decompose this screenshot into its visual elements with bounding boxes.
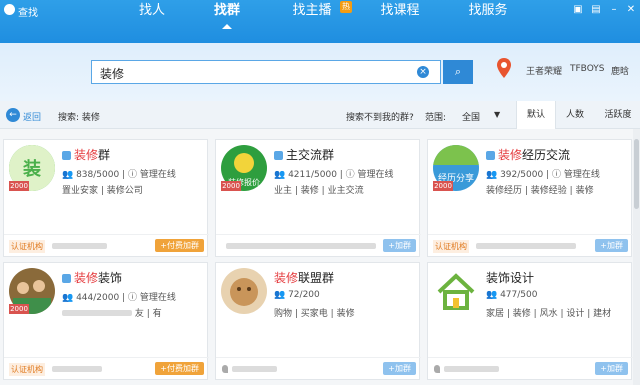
join-button[interactable]: +加群 (595, 362, 628, 375)
filter-bar: ← 返回 搜索: 装修 搜索不到我的群? 范围: 全国 ▼ 默认 人数 活跃度 (0, 101, 640, 129)
member-limit-badge: 2000 (9, 304, 29, 314)
chevron-down-icon[interactable]: ▼ (494, 110, 500, 119)
group-card[interactable]: 2000 装修装饰 👥 444/2000 | ⓘ 管理在线 友 | 有 认证机构… (3, 262, 209, 380)
card-footer: 认证机构 +加群 (428, 234, 633, 256)
minimize-button[interactable]: – (608, 4, 620, 16)
close-button[interactable]: ✕ (625, 4, 637, 16)
sort-tab-members[interactable]: 人数 (556, 101, 594, 129)
join-button[interactable]: +加群 (595, 239, 628, 252)
hot-word-link[interactable]: TFBOYS (570, 64, 605, 74)
range-select[interactable]: 全国 (462, 110, 480, 123)
message-icon[interactable]: ▤ (590, 4, 602, 16)
group-stats: 👥 4211/5000 | ⓘ 管理在线 (274, 170, 394, 180)
svg-text:装: 装 (23, 158, 41, 180)
certified-org-badge: 认证机构 (433, 240, 469, 253)
group-tags: 业主 | 装修 | 业主交流 (274, 186, 364, 196)
blurred-owner (476, 243, 576, 249)
member-limit-badge: 2000 (221, 181, 241, 191)
group-stats: 👥 444/2000 | ⓘ 管理在线 (62, 293, 176, 303)
group-name[interactable]: 装修联盟群 (274, 269, 334, 286)
scrollbar-thumb[interactable] (634, 139, 639, 209)
clear-icon[interactable]: × (417, 66, 429, 78)
tab-find-groups[interactable]: 找群 (205, 0, 249, 29)
card-footer: 认证机构 +付费加群 (4, 357, 209, 379)
group-name[interactable]: 装饰设计 (486, 269, 534, 286)
cant-find-link[interactable]: 搜索不到我的群? (346, 110, 414, 123)
sort-tab-default[interactable]: 默认 (516, 101, 556, 129)
group-name[interactable]: 装修装饰 (62, 269, 122, 286)
verified-shield-icon (274, 151, 283, 160)
results-grid: 装 2000 装修群 👥 838/5000 | ⓘ 管理在线 置业安家 | 装修… (0, 129, 640, 385)
group-card[interactable]: 装饰设计 👥 477/500 家居 | 装修 | 风水 | 设计 | 建材 +加… (427, 262, 633, 380)
tab-find-courses[interactable]: 找课程 (372, 0, 428, 29)
window-title: 查找 (18, 8, 38, 19)
location-icon (222, 365, 228, 373)
certified-org-badge: 认证机构 (9, 363, 45, 376)
search-input[interactable]: 装修 × (91, 60, 441, 84)
group-tags: 装修经历 | 装修经验 | 装修 (486, 186, 594, 196)
group-stats: 👥 477/500 (486, 290, 538, 300)
member-limit-badge: 2000 (9, 181, 29, 191)
group-card[interactable]: 经历分享 2000 装修经历交流 👥 392/5000 | ⓘ 管理在线 装修经… (427, 139, 633, 257)
card-footer: +加群 (216, 234, 421, 256)
verified-shield-icon (62, 274, 71, 283)
title-bar: 查找 ▣ ▤ – ✕ 找人 找群 找主播热 找课程 找服务 (0, 0, 640, 43)
tab-find-services[interactable]: 找服务 (460, 0, 516, 29)
group-tags: 家居 | 装修 | 风水 | 设计 | 建材 (486, 309, 612, 319)
hot-word-link[interactable]: 鹿晗 (611, 64, 629, 77)
group-stats: 👥 72/200 (274, 290, 320, 300)
group-name[interactable]: 装修群 (62, 146, 110, 163)
group-tags: 置业安家 | 装修公司 (62, 186, 143, 196)
sort-tab-activity[interactable]: 活跃度 (596, 101, 640, 129)
join-button[interactable]: +加群 (383, 362, 416, 375)
card-footer: 认证机构 +付费加群 (4, 234, 209, 256)
group-avatar[interactable] (221, 268, 267, 314)
group-stats: 👥 838/5000 | ⓘ 管理在线 (62, 170, 176, 180)
hot-badge: 热 (340, 1, 352, 13)
results-scrollbar[interactable] (633, 129, 640, 385)
group-card[interactable]: 装修联盟群 👥 72/200 购物 | 买家电 | 装修 +加群 (215, 262, 421, 380)
search-input-value: 装修 (100, 67, 125, 81)
group-card[interactable]: 装 2000 装修群 👥 838/5000 | ⓘ 管理在线 置业安家 | 装修… (3, 139, 209, 257)
group-tags: 友 | 有 (62, 306, 162, 319)
certified-org-badge: 认证机构 (9, 240, 45, 253)
skin-icon[interactable]: ▣ (572, 4, 584, 16)
search-button[interactable]: ⌕ (443, 60, 473, 84)
verified-shield-icon (486, 151, 495, 160)
search-icon: ⌕ (454, 65, 462, 78)
blurred-owner (226, 243, 376, 249)
group-card[interactable]: 装修报价 2000 主交流群 👥 4211/5000 | ⓘ 管理在线 业主 |… (215, 139, 421, 257)
range-label: 范围: (425, 113, 447, 123)
search-area: 装修 × ⌕ 王者荣耀 TFBOYS 鹿晗 (0, 43, 640, 101)
group-stats: 👥 392/5000 | ⓘ 管理在线 (486, 170, 600, 180)
house-icon (433, 268, 479, 314)
blurred-location (232, 366, 277, 372)
hot-word-link[interactable]: 王者荣耀 (526, 64, 562, 77)
group-name[interactable]: 装修经历交流 (486, 146, 570, 163)
member-limit-badge: 2000 (433, 181, 453, 191)
verified-shield-icon (62, 151, 71, 160)
back-arrow-icon[interactable]: ← (6, 108, 20, 122)
group-avatar[interactable] (433, 268, 479, 314)
blurred-owner (52, 366, 102, 372)
location-icon (434, 365, 440, 373)
back-button[interactable]: 返回 (23, 110, 41, 123)
join-button[interactable]: +加群 (383, 239, 416, 252)
paid-join-button[interactable]: +付费加群 (155, 239, 204, 252)
blurred-location (444, 366, 499, 372)
card-footer: +加群 (428, 357, 633, 379)
blurred-owner (52, 243, 107, 249)
group-tags: 购物 | 买家电 | 装修 (274, 309, 355, 319)
card-footer: +加群 (216, 357, 421, 379)
search-summary: 搜索: 装修 (58, 113, 100, 123)
tab-find-people[interactable]: 找人 (130, 0, 174, 29)
tab-find-streamers[interactable]: 找主播热 (286, 0, 352, 29)
map-pin-icon[interactable] (497, 58, 511, 78)
group-name[interactable]: 主交流群 (274, 146, 334, 163)
paid-join-button[interactable]: +付费加群 (155, 362, 204, 375)
app-logo-icon (4, 4, 15, 15)
